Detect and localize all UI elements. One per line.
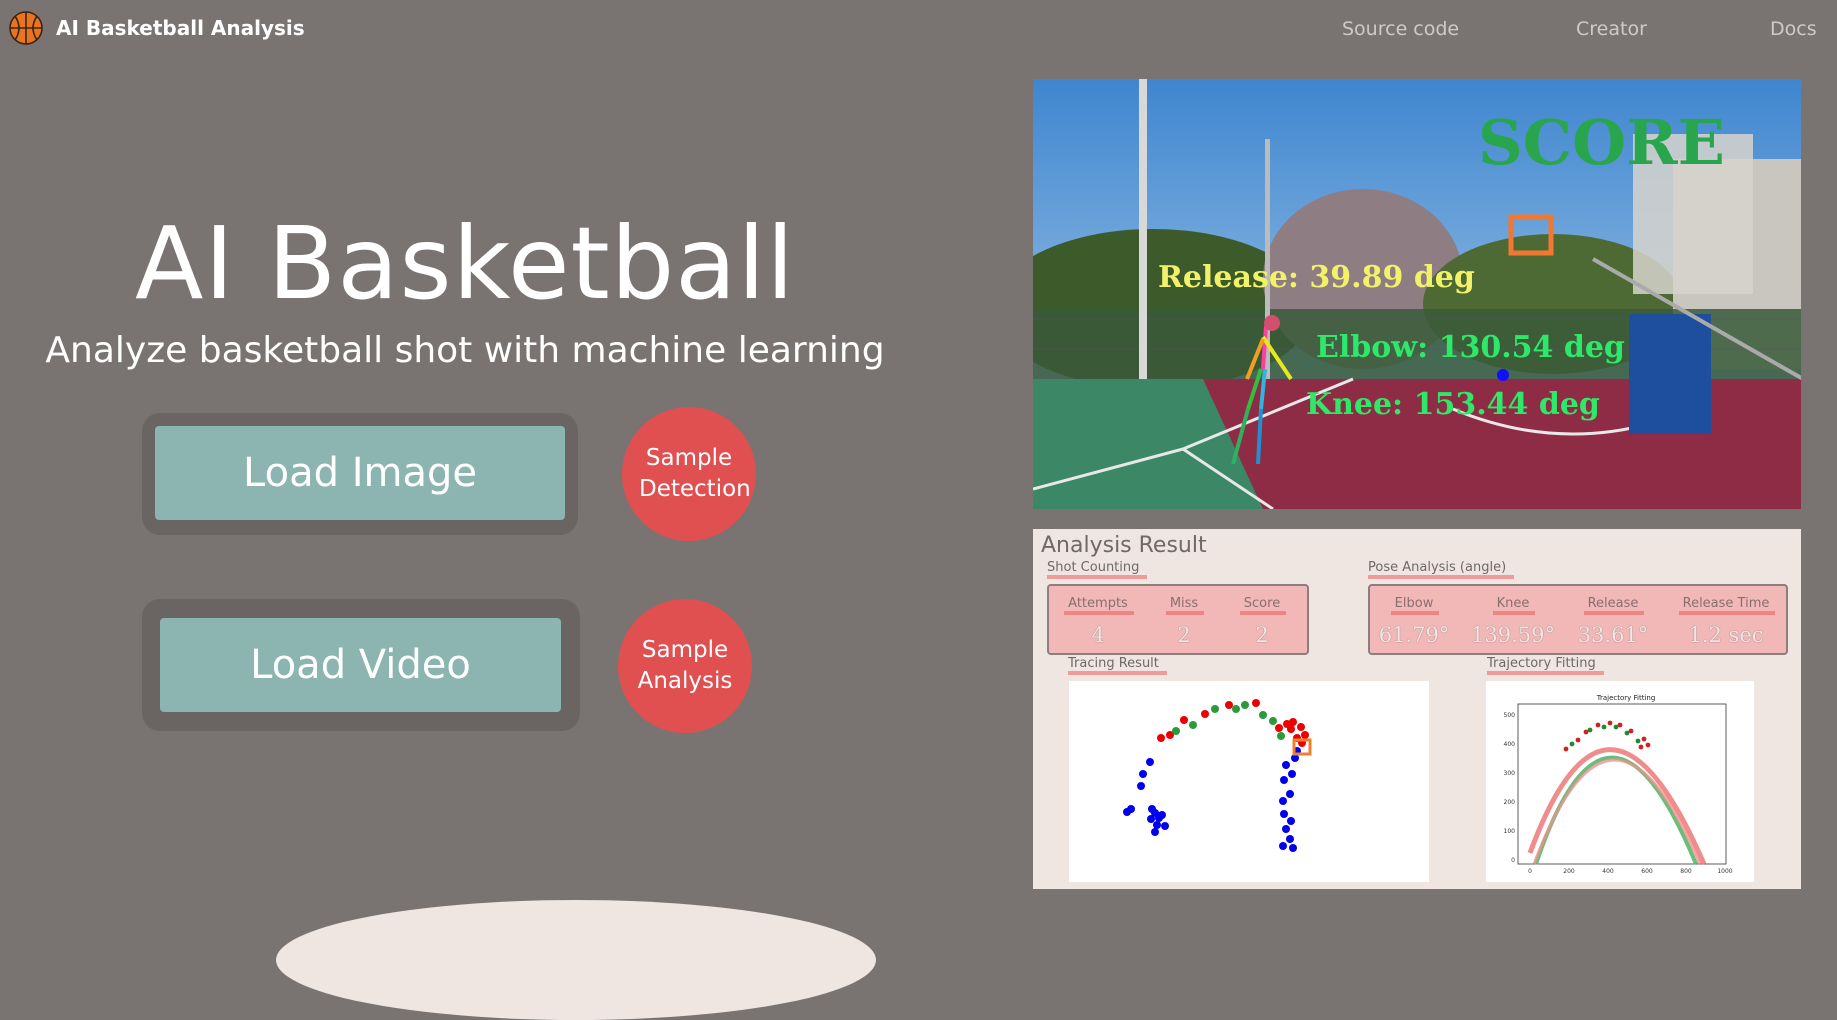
miss-value: 2 xyxy=(1177,623,1191,647)
release-time-value: 1.2 sec xyxy=(1688,623,1764,647)
pose-analysis-label: Pose Analysis (angle) xyxy=(1368,560,1515,579)
analysis-result-panel: Analysis Result Shot Counting Attempts 4… xyxy=(1033,529,1801,889)
x-tick-0: 0 xyxy=(1528,868,1532,875)
elbow-value: 61.79° xyxy=(1378,623,1450,647)
knee-stat: Knee 139.59° xyxy=(1468,592,1558,647)
y-tick-100: 100 xyxy=(1504,828,1516,835)
elbow-stat: Elbow 61.79° xyxy=(1374,592,1454,647)
y-tick-400: 400 xyxy=(1504,741,1516,748)
miss-label: Miss xyxy=(1165,596,1205,615)
score-label: Score xyxy=(1239,596,1287,615)
detection-preview-image: SCORE Release: 39.89 deg Elbow: 130.54 d… xyxy=(1033,79,1801,509)
release-stat: Release 33.61° xyxy=(1568,592,1658,647)
shot-counting-label: Shot Counting xyxy=(1047,560,1148,579)
release-time-label: Release Time xyxy=(1678,596,1776,615)
x-tick-800: 800 xyxy=(1680,868,1692,875)
y-tick-500: 500 xyxy=(1504,712,1516,719)
x-tick-400: 400 xyxy=(1602,868,1614,875)
fitting-chart-title: Trajectory Fitting xyxy=(1596,694,1656,702)
sample-analysis-button[interactable]: Sample Analysis xyxy=(618,599,752,733)
hero-title: AI Basketball xyxy=(134,205,796,322)
tracing-result-label: Tracing Result xyxy=(1068,656,1167,675)
trajectory-fitting-label: Trajectory Fitting xyxy=(1487,656,1604,675)
miss-stat: Miss 2 xyxy=(1149,592,1219,647)
pose-analysis-box: Elbow 61.79° Knee 139.59° Release 33.61°… xyxy=(1368,584,1788,655)
app-title: AI Basketball Analysis xyxy=(56,16,305,40)
load-video-button[interactable]: Load Video xyxy=(160,618,561,712)
x-tick-600: 600 xyxy=(1641,868,1653,875)
score-overlay-text: SCORE xyxy=(1478,106,1725,179)
hero-subtitle: Analyze basketball shot with machine lea… xyxy=(45,330,885,371)
knee-label: Knee xyxy=(1492,596,1536,615)
bottom-decorative-curve xyxy=(276,900,876,1020)
release-label: Release xyxy=(1583,596,1645,615)
release-value: 33.61° xyxy=(1577,623,1649,647)
top-bar: AI Basketball Analysis Source code Creat… xyxy=(0,0,1837,56)
load-image-button[interactable]: Load Image xyxy=(155,426,565,520)
basketball-logo-icon xyxy=(9,11,43,45)
attempts-stat: Attempts 4 xyxy=(1053,592,1143,647)
fitting-y-ticks: 500 400 300 200 100 0 xyxy=(1504,712,1516,864)
sample-analysis-label: Sample Analysis xyxy=(637,637,733,694)
sample-detection-label: Sample Detection xyxy=(639,445,751,502)
release-time-stat: Release Time 1.2 sec xyxy=(1670,592,1782,647)
fitting-x-ticks: 0 200 400 600 800 1000 xyxy=(1528,868,1733,875)
elbow-overlay-text: Elbow: 130.54 deg xyxy=(1316,330,1625,365)
x-tick-1000: 1000 xyxy=(1717,868,1732,875)
nav-creator-link[interactable]: Creator xyxy=(1576,18,1647,40)
sample-detection-button[interactable]: Sample Detection xyxy=(622,407,756,541)
score-value: 2 xyxy=(1255,623,1269,647)
release-overlay-text: Release: 39.89 deg xyxy=(1158,260,1475,295)
elbow-label: Elbow xyxy=(1390,596,1439,615)
nav-source-code-link[interactable]: Source code xyxy=(1342,18,1459,40)
tracing-plot-svg xyxy=(1123,699,1312,852)
court-scene: SCORE Release: 39.89 deg Elbow: 130.54 d… xyxy=(1033,79,1801,509)
trajectory-fitting-svg: Trajectory Fitting 500 400 300 200 100 0… xyxy=(1504,694,1733,875)
knee-value: 139.59° xyxy=(1471,623,1555,647)
shot-counting-box: Attempts 4 Miss 2 Score 2 xyxy=(1047,584,1309,655)
score-stat: Score 2 xyxy=(1227,592,1297,647)
nav-docs-link[interactable]: Docs xyxy=(1770,18,1817,40)
y-tick-300: 300 xyxy=(1504,770,1516,777)
attempts-label: Attempts xyxy=(1064,596,1134,615)
y-tick-0: 0 xyxy=(1511,857,1515,864)
trajectory-fitting-plot: Trajectory Fitting 500 400 300 200 100 0… xyxy=(1486,681,1754,882)
brand[interactable]: AI Basketball Analysis xyxy=(8,10,305,46)
x-tick-200: 200 xyxy=(1563,868,1575,875)
tracing-result-plot xyxy=(1069,681,1429,882)
knee-overlay-text: Knee: 153.44 deg xyxy=(1306,387,1600,422)
attempts-value: 4 xyxy=(1091,623,1105,647)
analysis-result-title: Analysis Result xyxy=(1041,533,1207,558)
y-tick-200: 200 xyxy=(1504,799,1516,806)
